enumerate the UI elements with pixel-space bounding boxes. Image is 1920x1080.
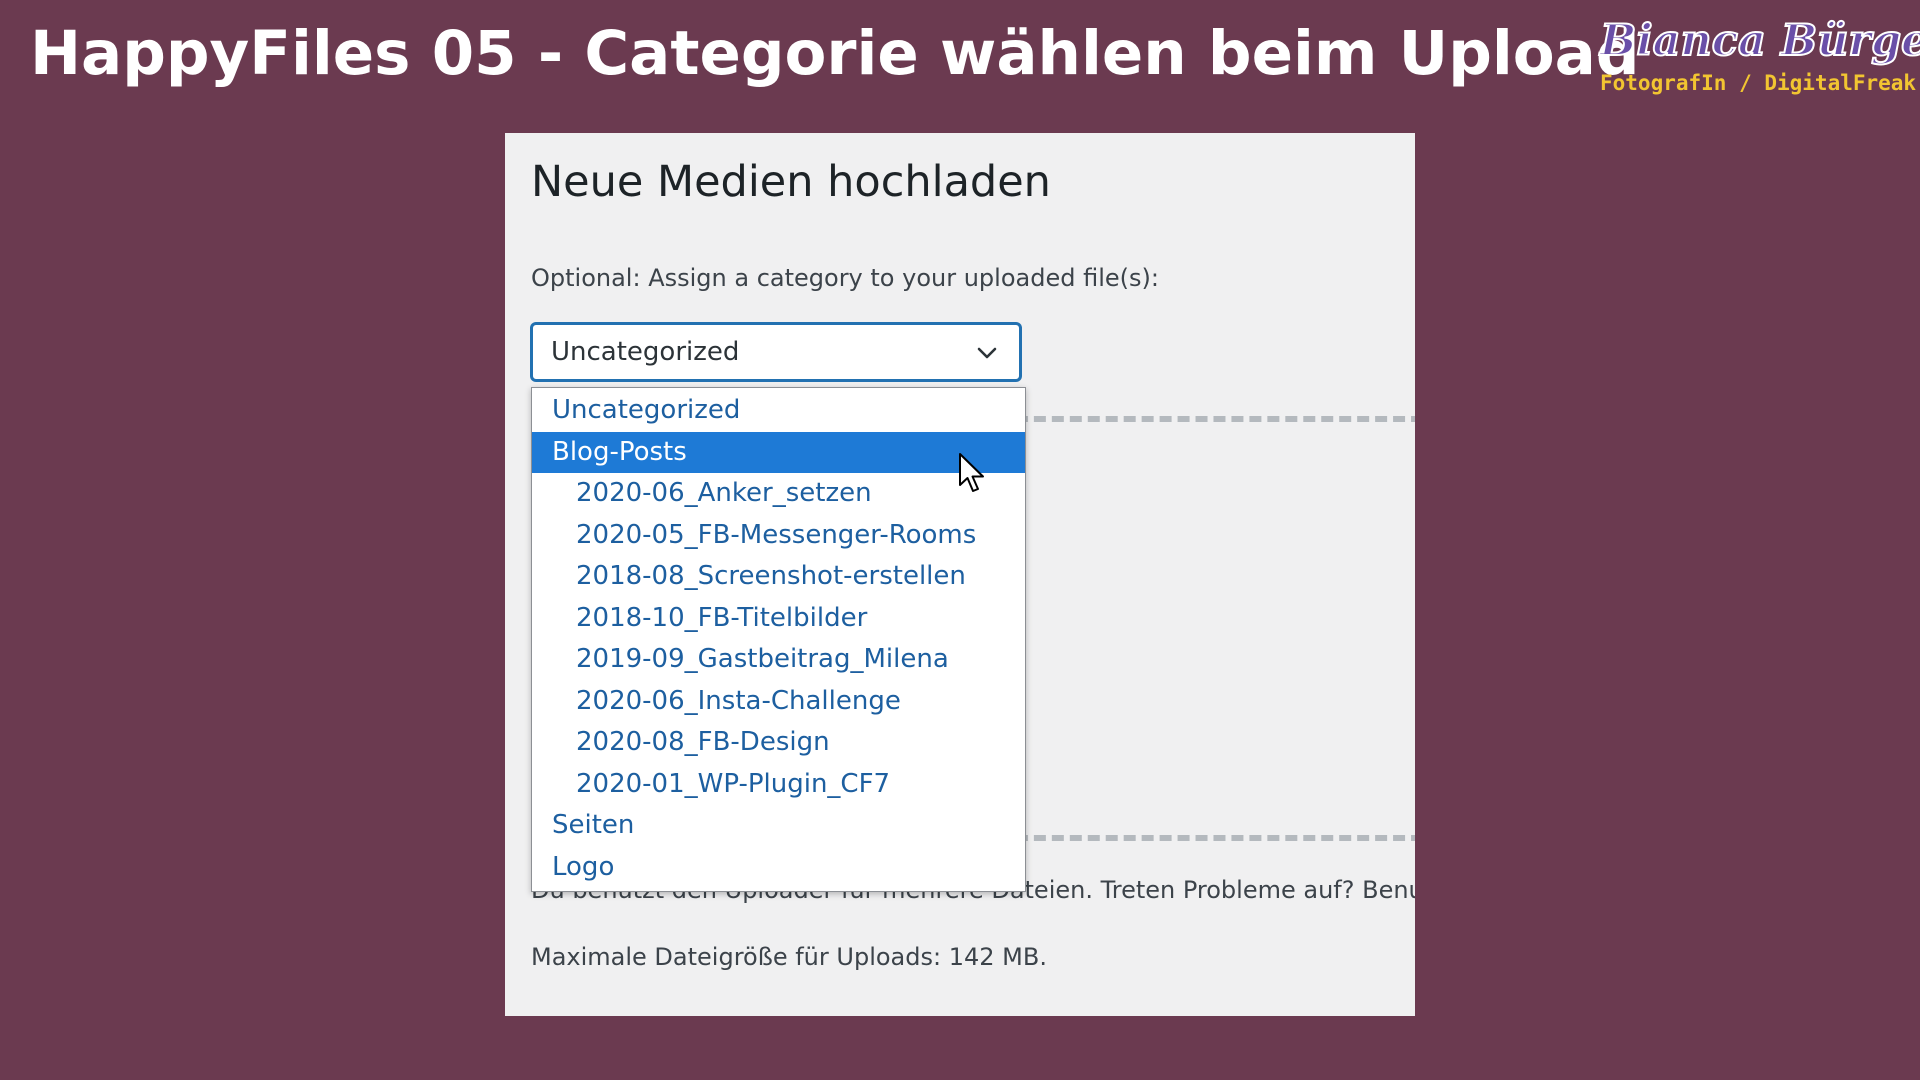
dropdown-option[interactable]: Blog-Posts: [532, 431, 1025, 473]
dropdown-option[interactable]: Logo: [532, 847, 1025, 889]
category-dropdown-list: Uncategorized Blog-Posts 2020-06_Anker_set…: [531, 387, 1026, 892]
mouse-pointer-icon: [959, 453, 984, 492]
dropdown-option[interactable]: 2019-09_Gastbeitrag_Milena: [532, 639, 1025, 681]
category-select[interactable]: Uncategorized: [531, 323, 1021, 381]
video-title: HappyFiles 05 - Categorie wählen beim Up…: [30, 18, 1640, 89]
chevron-down-icon: [977, 347, 997, 359]
dropdown-option[interactable]: 2018-08_Screenshot-erstellen: [532, 556, 1025, 598]
dropdown-option[interactable]: Seiten: [532, 805, 1025, 847]
dropdown-option[interactable]: 2020-06_Insta-Challenge: [532, 681, 1025, 723]
category-select-value: Uncategorized: [551, 337, 740, 367]
brand-logo: Bianca Bürger FotografIn / DigitalFreak: [1599, 14, 1920, 104]
brand-name: Bianca Bürger: [1599, 15, 1920, 67]
dropdown-option[interactable]: 2020-06_Anker_setzen: [532, 473, 1025, 515]
dropdown-option[interactable]: 2020-01_WP-Plugin_CF7: [532, 764, 1025, 806]
dropdown-option[interactable]: 2020-08_FB-Design: [532, 722, 1025, 764]
dropdown-option[interactable]: Uncategorized: [532, 390, 1025, 432]
page-title: Neue Medien hochladen: [531, 157, 1051, 207]
dropdown-option[interactable]: 2020-05_FB-Messenger-Rooms: [532, 515, 1025, 557]
max-upload-size: Maximale Dateigröße für Uploads: 142 MB.: [531, 943, 1047, 971]
category-label: Optional: Assign a category to your uplo…: [531, 264, 1159, 292]
dropdown-option[interactable]: 2018-10_FB-Titelbilder: [532, 598, 1025, 640]
brand-tagline: FotografIn / DigitalFreak: [1600, 71, 1917, 95]
